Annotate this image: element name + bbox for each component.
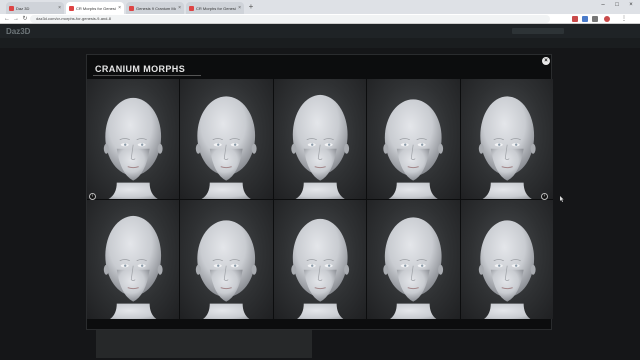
morph-thumbnail[interactable] [87, 199, 180, 319]
morph-thumbnail[interactable] [460, 79, 553, 199]
tab-title: Daz 3D [16, 5, 30, 11]
browser-tab[interactable]: CR Morphs for Genesis 9 & 8 M... × [186, 2, 244, 14]
morph-thumbnail[interactable] [180, 199, 273, 319]
modal-title: CRANIUM MORPHS [95, 64, 186, 74]
head-render-image [291, 94, 349, 199]
tab-close-icon[interactable]: × [178, 5, 181, 11]
tab-close-icon[interactable]: × [58, 5, 61, 11]
chevron-left-icon[interactable]: ‹ [89, 193, 96, 200]
site-search-input[interactable] [512, 28, 564, 34]
tab-close-icon[interactable]: × [238, 5, 241, 11]
head-render-image [196, 219, 257, 319]
browser-tab-bar: Daz 3D × CR Morphs for Genesis 9 & 8 M..… [0, 0, 640, 14]
tab-close-icon[interactable]: × [118, 5, 121, 11]
reload-icon[interactable]: ↻ [21, 15, 29, 23]
extension-icon[interactable] [572, 16, 578, 22]
forward-icon[interactable]: → [12, 15, 20, 23]
tab-favicon-icon [69, 5, 74, 11]
minimize-icon[interactable]: – [596, 2, 610, 8]
profile-avatar[interactable] [604, 16, 610, 22]
morph-thumbnail[interactable] [460, 199, 553, 319]
head-render-image [383, 99, 444, 199]
browser-tab-active[interactable]: CR Morphs for Genesis 9 & 8 M... × [66, 2, 124, 14]
tab-title: Genesis 9 Cranium Morphs | Da... [136, 5, 176, 11]
close-icon[interactable]: × [542, 57, 550, 65]
site-logo[interactable]: Daz3D [6, 27, 30, 36]
site-subnav [0, 38, 640, 48]
head-render-image [383, 216, 444, 319]
page-content-behind-modal [96, 330, 312, 358]
browser-toolbar: ← → ↻ daz3d.com/cr-morphs-for-genesis-9-… [0, 14, 640, 24]
new-tab-button[interactable]: + [246, 2, 256, 12]
head-render-image [103, 97, 163, 199]
tab-favicon-icon [129, 5, 134, 11]
tab-favicon-icon [189, 5, 194, 11]
tab-favicon-icon [9, 5, 14, 11]
tab-title: CR Morphs for Genesis 9 & 8 M... [76, 5, 116, 11]
head-render-image [478, 96, 536, 199]
maximize-icon[interactable]: □ [610, 2, 624, 8]
browser-tab[interactable]: Genesis 9 Cranium Morphs | Da... × [126, 2, 184, 14]
site-header: Daz3D [0, 24, 640, 38]
morph-thumbnail[interactable] [87, 79, 180, 199]
window-close-icon[interactable]: × [624, 2, 638, 8]
head-render-image [291, 218, 349, 319]
cranium-morphs-modal: CRANIUM MORPHS × ‹ › [86, 54, 553, 330]
tab-title: CR Morphs for Genesis 9 & 8 M... [196, 5, 236, 11]
morph-thumbnail-grid [87, 79, 553, 319]
morph-thumbnail[interactable] [367, 79, 460, 199]
back-icon[interactable]: ← [3, 15, 11, 23]
browser-tab[interactable]: Daz 3D × [6, 2, 64, 14]
extension-icon[interactable] [582, 16, 588, 22]
mouse-cursor-icon [560, 196, 564, 202]
head-render-image [196, 96, 257, 199]
address-bar[interactable]: daz3d.com/cr-morphs-for-genesis-9-and-8 [30, 15, 550, 23]
extension-icon[interactable] [592, 16, 598, 22]
chevron-right-icon[interactable]: › [541, 193, 548, 200]
title-divider [93, 75, 201, 76]
morph-thumbnail[interactable] [367, 199, 460, 319]
morph-thumbnail[interactable] [273, 79, 367, 199]
morph-thumbnail[interactable] [180, 79, 273, 199]
head-render-image [478, 219, 536, 319]
browser-menu-icon[interactable]: ⋮ [620, 15, 628, 23]
morph-thumbnail[interactable] [273, 199, 367, 319]
head-render-image [103, 215, 163, 319]
